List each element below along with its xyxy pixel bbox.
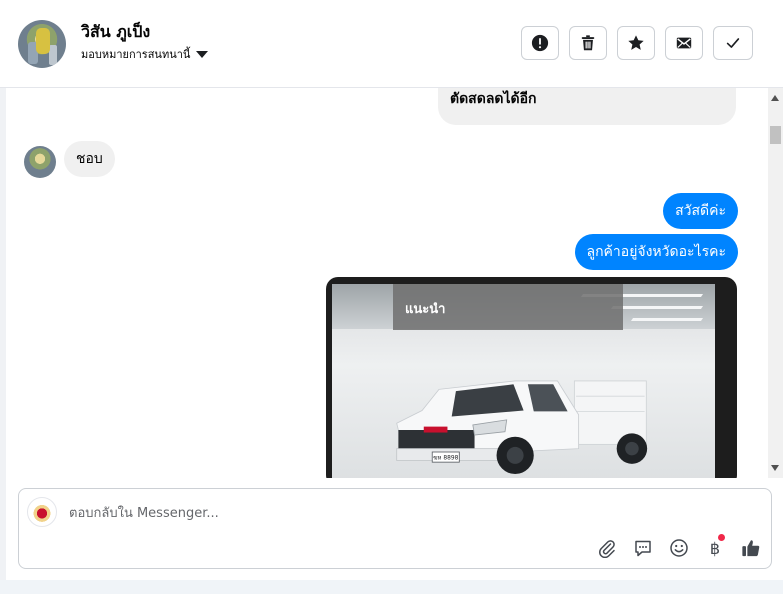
product-card[interactable]: ฆห 8898 แนะนำ xyxy=(326,277,737,478)
message-bubble-incoming: ชอบ xyxy=(64,141,115,177)
contact-avatar[interactable] xyxy=(18,20,66,68)
message-bubble-outgoing: สวัสดีค่ะ xyxy=(663,193,738,229)
payment-button[interactable]: ฿ xyxy=(704,534,726,559)
reply-composer: ฿ xyxy=(18,488,772,569)
truck-photo: ฆห 8898 แนะนำ xyxy=(332,284,715,478)
saved-replies-button[interactable] xyxy=(632,537,654,559)
emoji-button[interactable] xyxy=(668,537,690,559)
message-text: ลูกค้าอยู่จังหวัดอะไรคะ xyxy=(586,244,727,260)
conversation-header: วิสัน ภูเป็ง มอบหมายการสนทนานี้ xyxy=(0,0,783,88)
contact-avatar-small xyxy=(24,146,56,178)
message-thread[interactable]: ตัดสดลดได้อีก ชอบ สวัสดีค่ะ ลูกค้าอยู่จั… xyxy=(6,88,766,478)
page-footer-strip xyxy=(0,580,783,594)
ceiling-light xyxy=(610,306,704,309)
recommended-label: แนะนำ xyxy=(405,302,446,317)
saved-reply-icon xyxy=(635,540,651,557)
star-button[interactable] xyxy=(617,26,655,60)
scroll-down-arrow-icon[interactable] xyxy=(771,465,779,471)
contact-name[interactable]: วิสัน ภูเป็ง xyxy=(81,20,150,45)
thumbs-up-icon xyxy=(742,540,760,557)
mark-done-button[interactable] xyxy=(713,26,753,60)
notification-dot xyxy=(718,534,725,541)
message-bubble-outgoing: ลูกค้าอยู่จังหวัดอะไรคะ xyxy=(574,234,738,270)
envelope-icon xyxy=(676,37,692,49)
reply-input[interactable] xyxy=(67,501,671,525)
recommended-badge: แนะนำ xyxy=(393,284,623,330)
message-bubble-incoming: ตัดสดลดได้อีก xyxy=(438,88,736,125)
thread-scrollbar[interactable] xyxy=(768,88,783,478)
assign-conversation-dropdown[interactable]: มอบหมายการสนทนานี้ xyxy=(81,45,209,63)
scroll-up-arrow-icon[interactable] xyxy=(771,95,779,101)
pickup-truck-illustration: ฆห 8898 xyxy=(396,380,648,474)
message-text: ตัดสดลดได้อีก xyxy=(450,91,537,107)
chevron-down-icon xyxy=(196,50,209,58)
message-text: สวัสดีค่ะ xyxy=(675,203,726,219)
star-icon xyxy=(628,35,644,50)
paperclip-icon xyxy=(599,540,615,558)
alert-icon xyxy=(531,34,549,52)
trash-icon xyxy=(581,35,595,51)
baht-icon: ฿ xyxy=(709,538,721,558)
license-plate: ฆห 8898 xyxy=(433,455,458,462)
message-text: ชอบ xyxy=(76,151,103,167)
send-like-button[interactable] xyxy=(739,537,763,559)
ceiling-light xyxy=(630,318,704,321)
scroll-thumb[interactable] xyxy=(770,126,781,144)
check-icon xyxy=(726,38,740,48)
mark-spam-button[interactable] xyxy=(521,26,559,60)
attach-button[interactable] xyxy=(596,537,618,559)
mark-unread-button[interactable] xyxy=(665,26,703,60)
emoji-icon xyxy=(670,539,688,557)
page-avatar xyxy=(27,497,57,527)
delete-button[interactable] xyxy=(569,26,607,60)
assign-label: มอบหมายการสนทนานี้ xyxy=(81,48,191,61)
